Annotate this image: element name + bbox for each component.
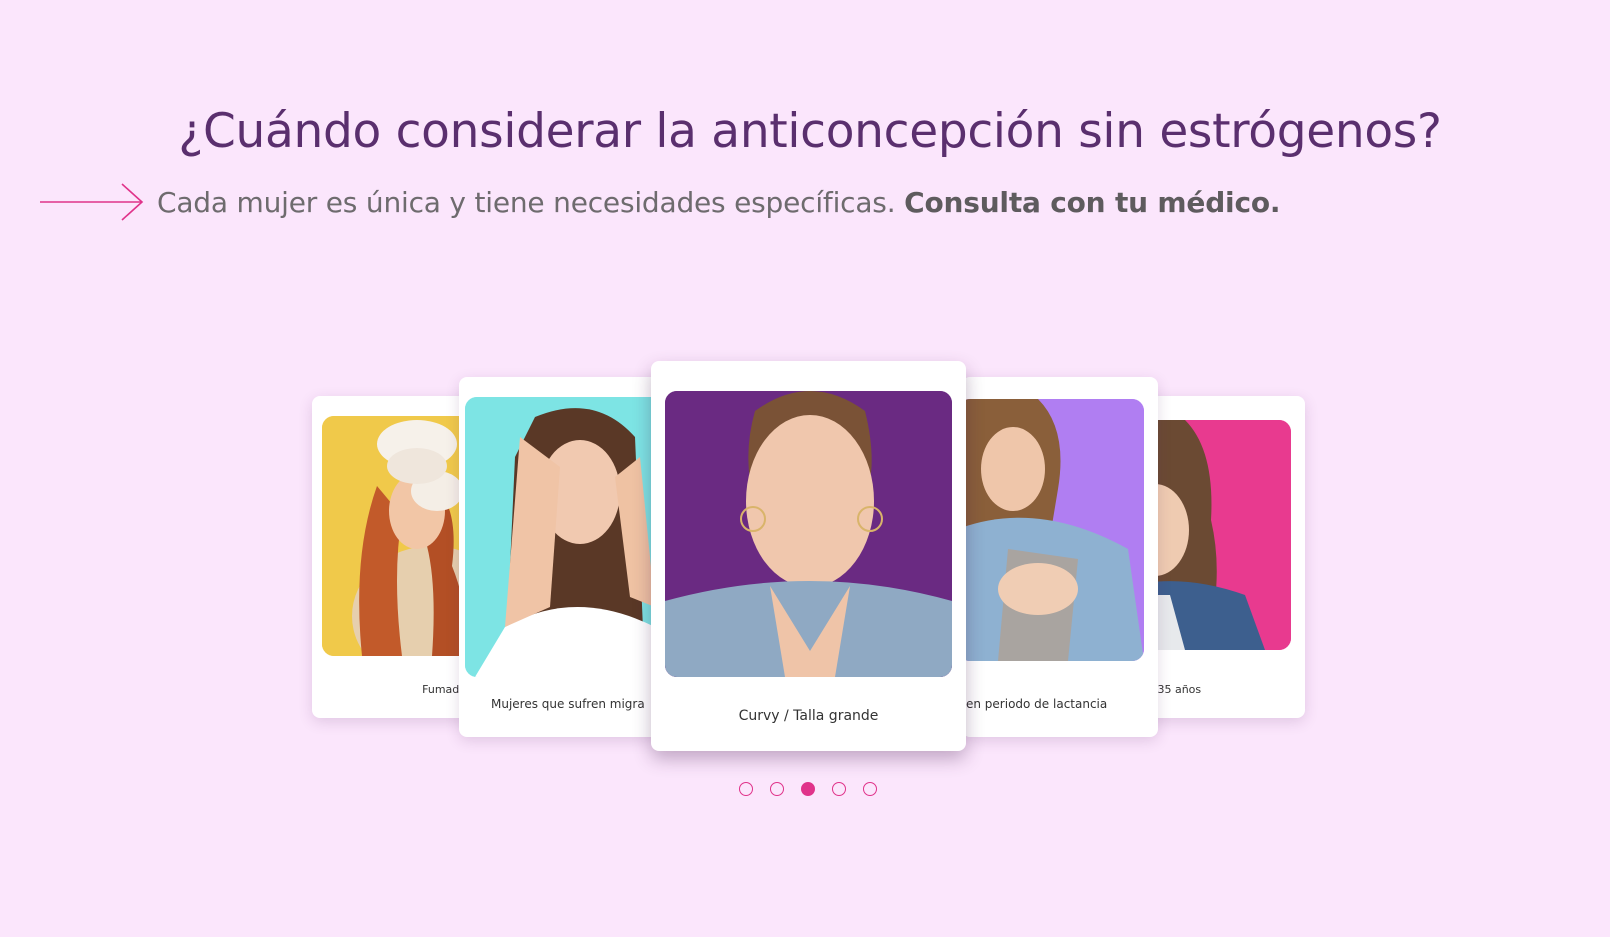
carousel-card-lactation[interactable]: en periodo de lactancia: [962, 377, 1158, 737]
carousel-dot-5[interactable]: [863, 782, 877, 796]
curvy-woman-photo: [665, 391, 952, 677]
carousel-card-label: Curvy / Talla grande: [738, 708, 879, 724]
carousel-dot-2[interactable]: [770, 782, 784, 796]
carousel-card-smokers[interactable]: Fumado: [312, 396, 480, 718]
carousel-pagination: [739, 782, 877, 796]
carousel-card-migraine[interactable]: Mujeres que sufren migra: [459, 377, 659, 737]
smoking-woman-photo: [322, 416, 480, 656]
carousel-card-label: en periodo de lactancia: [966, 697, 1108, 711]
breastfeeding-woman-photo: [962, 399, 1144, 661]
carousel-dot-3-active[interactable]: [801, 782, 815, 796]
migraine-woman-photo: [465, 397, 659, 677]
carousel-dot-4[interactable]: [832, 782, 846, 796]
carousel-card-label: Fumado: [422, 683, 466, 696]
carousel-card-label: Mujeres que sufren migra: [491, 697, 645, 711]
carousel-card-curvy[interactable]: Curvy / Talla grande: [651, 361, 966, 751]
profile-carousel: Fumado s de 35 años Mujeres que sufren m…: [0, 0, 1610, 937]
carousel-dot-1[interactable]: [739, 782, 753, 796]
